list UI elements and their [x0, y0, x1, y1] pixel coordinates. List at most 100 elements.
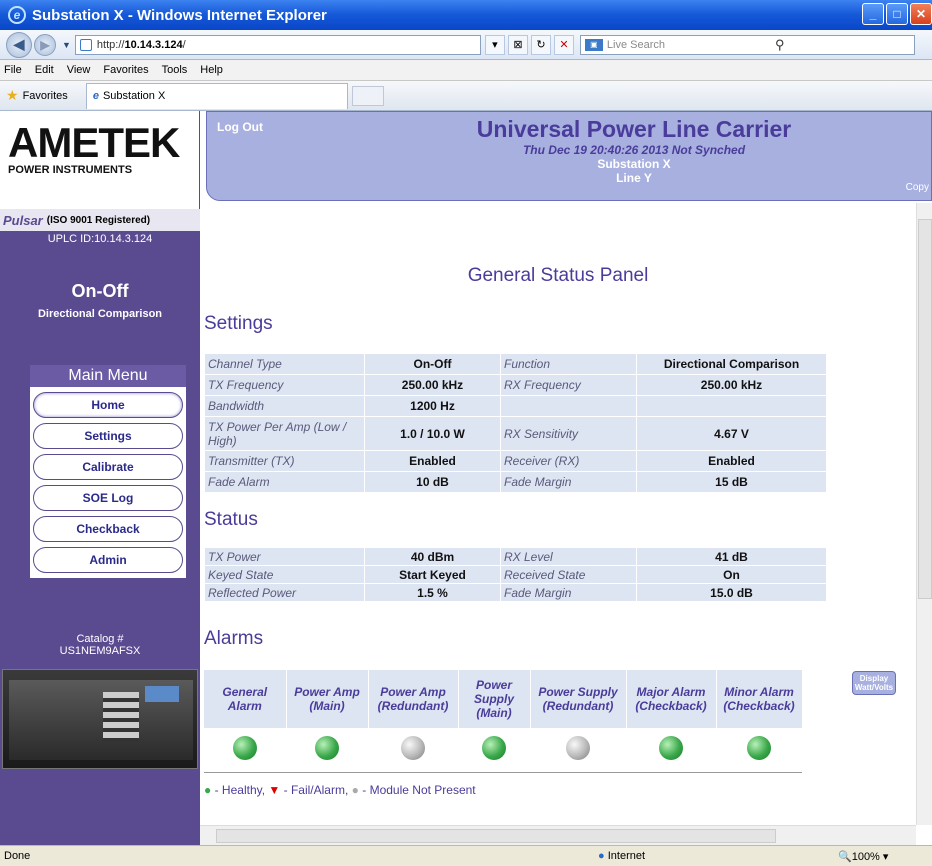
search-input[interactable]: ▣ Live Search ⚲: [579, 34, 915, 55]
table-cell: 250.00 kHz: [364, 374, 501, 396]
stop-icon[interactable]: ✕: [553, 34, 574, 55]
table-row: Reflected Power 1.5 % Fade Margin 15.0 d…: [204, 583, 827, 602]
forward-button[interactable]: ▶: [34, 33, 56, 56]
tab-substation-x[interactable]: e Substation X: [85, 82, 348, 109]
menu-soe-log-button[interactable]: SOE Log: [33, 485, 183, 511]
page-title: General Status Panel: [467, 265, 649, 286]
header-copy: Copy: [905, 182, 929, 193]
vertical-scroll-thumb[interactable]: [918, 219, 932, 599]
close-button[interactable]: ✕: [910, 3, 932, 25]
minimize-button[interactable]: _: [862, 3, 884, 25]
favorites-button[interactable]: Favorites: [23, 90, 68, 102]
status-bar: Done ● Internet 🔍100% ▾: [0, 845, 932, 866]
table-cell: Enabled: [364, 450, 501, 472]
menu-tools[interactable]: Tools: [162, 64, 188, 76]
header-line: Line Y: [616, 171, 652, 185]
favorites-star-icon[interactable]: ★: [6, 87, 19, 104]
menu-edit[interactable]: Edit: [35, 64, 54, 76]
ametek-logo: AMETEK: [8, 119, 180, 166]
status-text: Done: [4, 850, 31, 862]
table-cell: TX Power Per Amp (Low / High): [204, 416, 365, 451]
table-cell: Fade Margin: [500, 471, 637, 493]
table-cell: Received State: [500, 565, 637, 584]
table-row: Keyed State Start Keyed Received State O…: [204, 565, 827, 584]
main-menu: Main Menu Home Settings Calibrate SOE Lo…: [30, 365, 186, 578]
table-cell: Transmitter (TX): [204, 450, 365, 472]
menu-settings-button[interactable]: Settings: [33, 423, 183, 449]
back-button[interactable]: ◀: [6, 31, 32, 58]
table-cell: TX Power: [204, 547, 365, 566]
table-cell: 250.00 kHz: [636, 374, 827, 396]
search-placeholder: Live Search: [606, 38, 666, 51]
zoom-label: 100%: [851, 850, 880, 863]
menu-checkback-button[interactable]: Checkback: [33, 516, 183, 542]
alarms-title: Alarms: [204, 628, 264, 649]
address-dropdown-icon[interactable]: ▾: [484, 34, 505, 55]
alarm-header-ps-main: Power Supply (Main): [458, 670, 531, 728]
globe-icon: ●: [598, 850, 605, 862]
table-cell: 1200 Hz: [364, 395, 501, 417]
window-title: Substation X - Windows Internet Explorer: [32, 6, 327, 24]
live-search-icon: ▣: [584, 38, 603, 51]
page-icon: [79, 38, 92, 51]
iso-label: (ISO 9001 Registered): [46, 214, 151, 226]
table-cell: [500, 395, 637, 417]
search-icon[interactable]: ⚲: [775, 37, 785, 53]
table-row: Transmitter (TX) Enabled Receiver (RX) E…: [204, 450, 827, 472]
table-cell: 15 dB: [636, 471, 827, 493]
refresh-icon[interactable]: ↻: [530, 34, 551, 55]
table-cell: Channel Type: [204, 353, 365, 375]
address-input[interactable]: http://10.14.3.124/: [74, 34, 481, 55]
horizontal-scrollbar[interactable]: [200, 825, 916, 845]
device-image: [2, 669, 198, 769]
led-ps-redundant-icon: [566, 736, 590, 761]
table-row: Bandwidth 1200 Hz: [204, 395, 827, 417]
catalog-info: Catalog # US1NEM9AFSX: [0, 633, 200, 657]
settings-table: Channel Type On-Off Function Directional…: [204, 353, 827, 493]
led-legend: ● - Healthy, ▼ - Fail/Alarm, ● - Module …: [204, 783, 916, 797]
not-present-dot-icon: ●: [351, 782, 359, 797]
table-cell: Fade Margin: [500, 583, 637, 602]
maximize-button[interactable]: □: [886, 3, 908, 25]
table-cell: Enabled: [636, 450, 827, 472]
vertical-scrollbar[interactable]: [916, 203, 932, 825]
menu-view[interactable]: View: [67, 64, 91, 76]
menu-calibrate-button[interactable]: Calibrate: [33, 454, 183, 480]
window-titlebar: e Substation X - Windows Internet Explor…: [0, 0, 932, 30]
compatibility-icon[interactable]: ⊠: [507, 34, 528, 55]
table-cell: 40 dBm: [364, 547, 501, 566]
horizontal-scroll-thumb[interactable]: [216, 829, 776, 843]
alarms-table: General Alarm Power Amp (Main) Power Amp…: [204, 670, 803, 773]
menu-home-button[interactable]: Home: [33, 392, 183, 418]
mode-title: On-Off: [71, 281, 129, 301]
main-content: General Status Panel Settings Channel Ty…: [200, 203, 916, 825]
legend-fail: - Fail/Alarm,: [283, 782, 349, 797]
url-host: 10.14.3.124: [124, 38, 183, 51]
alarm-header-row: General Alarm Power Amp (Main) Power Amp…: [204, 670, 803, 728]
led-ps-main-icon: [482, 736, 506, 761]
zoom-level[interactable]: 🔍100% ▾: [838, 850, 888, 863]
table-cell: Start Keyed: [364, 565, 501, 584]
display-watt-volts-button[interactable]: Display Watt/Volts: [852, 671, 896, 695]
menu-favorites[interactable]: Favorites: [103, 64, 148, 76]
alarm-header-pa-redundant: Power Amp (Redundant): [368, 670, 459, 728]
menu-help[interactable]: Help: [200, 64, 223, 76]
header-datetime: Thu Dec 19 20:40:26 2013 Not Synched: [522, 143, 746, 157]
header-substation: Substation X: [597, 157, 671, 171]
ie-logo-icon: e: [8, 6, 26, 24]
menu-file[interactable]: File: [4, 64, 22, 76]
led-pa-main-icon: [315, 736, 339, 761]
table-cell: Keyed State: [204, 565, 365, 584]
logo-area: AMETEK POWER INSTRUMENTS Pulsar (ISO 900…: [0, 111, 200, 231]
new-tab-button[interactable]: [351, 85, 384, 106]
header-title: Universal Power Line Carrier: [476, 116, 792, 142]
alarm-led-row: [204, 728, 802, 773]
menu-admin-button[interactable]: Admin: [33, 547, 183, 573]
led-major-alarm-icon: [659, 736, 683, 761]
header-title-block: Universal Power Line Carrier Thu Dec 19 …: [207, 116, 921, 185]
table-cell: RX Level: [500, 547, 637, 566]
table-cell: 10 dB: [364, 471, 501, 493]
table-cell: 4.67 V: [636, 416, 827, 451]
main-menu-title: Main Menu: [30, 365, 186, 387]
history-dropdown-icon[interactable]: ▼: [62, 40, 71, 50]
